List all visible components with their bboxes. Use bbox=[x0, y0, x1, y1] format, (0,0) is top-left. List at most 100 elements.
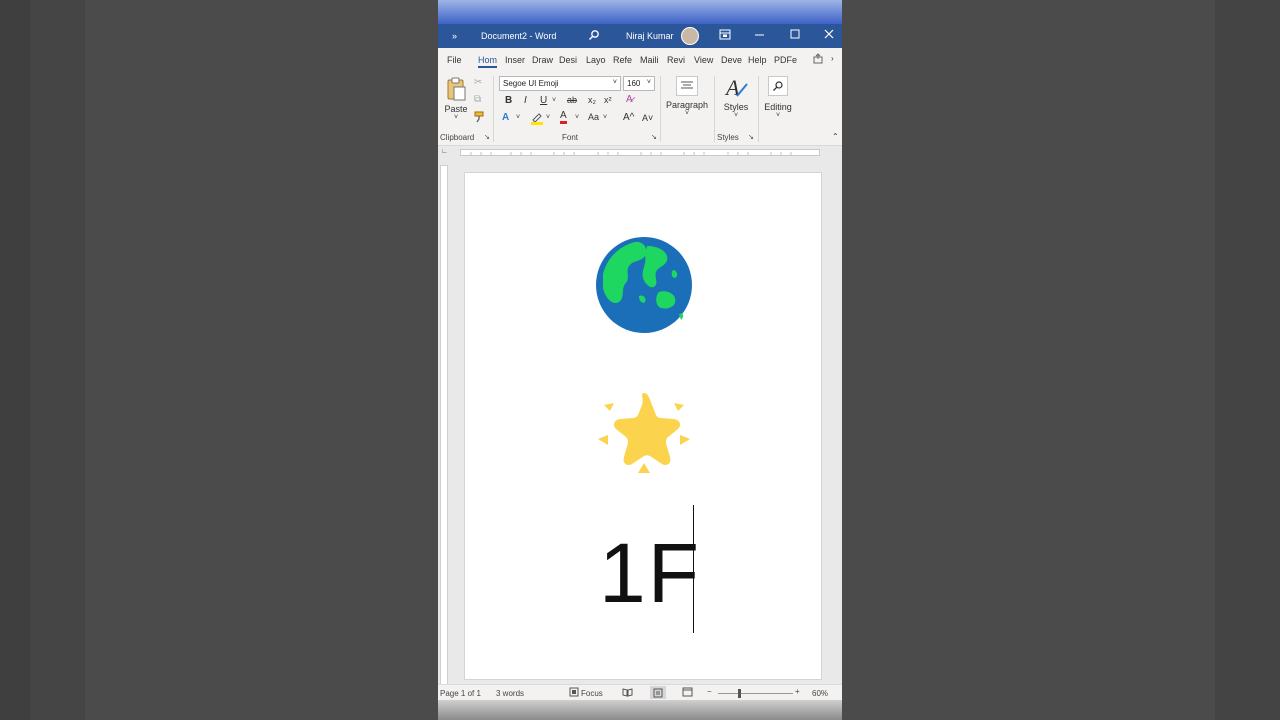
separator bbox=[758, 76, 759, 142]
close-icon[interactable] bbox=[824, 29, 834, 42]
minimize-icon[interactable] bbox=[755, 27, 765, 42]
font-name-value: Segoe UI Emoji bbox=[503, 79, 559, 88]
print-layout-icon[interactable] bbox=[650, 686, 666, 699]
tab-pdf[interactable]: PDFe bbox=[774, 55, 797, 65]
tab-help[interactable]: Help bbox=[748, 55, 767, 65]
bottom-blur bbox=[438, 700, 842, 720]
shrink-font-button[interactable]: A˅ bbox=[642, 113, 653, 123]
chevron-down-icon: ˅ bbox=[612, 79, 617, 86]
font-color-button[interactable]: A bbox=[560, 110, 567, 124]
strikethrough-button[interactable]: ab bbox=[567, 95, 577, 105]
document-text[interactable]: 1F bbox=[599, 525, 701, 622]
background-ruler-ghost bbox=[0, 0, 30, 720]
subscript-button[interactable]: x₂ bbox=[588, 95, 596, 105]
glowing-star-emoji bbox=[598, 393, 690, 473]
paragraph-label: Paragraph bbox=[665, 100, 709, 110]
ribbon-scroll-right-icon[interactable]: › bbox=[831, 54, 834, 63]
read-mode-icon[interactable] bbox=[622, 687, 633, 699]
underline-button[interactable]: U bbox=[540, 95, 547, 106]
clear-formatting-icon[interactable]: A̷ bbox=[626, 94, 633, 105]
user-name[interactable]: Niraj Kumar bbox=[626, 31, 674, 41]
format-painter-icon[interactable] bbox=[474, 111, 486, 126]
bold-button[interactable]: B bbox=[505, 95, 512, 106]
zoom-slider[interactable] bbox=[718, 693, 793, 694]
underline-dropdown-icon[interactable]: ˅ bbox=[552, 97, 556, 104]
page-count[interactable]: Page 1 of 1 bbox=[440, 689, 481, 698]
separator bbox=[493, 76, 494, 142]
zoom-level[interactable]: 60% bbox=[812, 689, 828, 698]
earth-globe-emoji bbox=[596, 237, 692, 333]
paste-icon bbox=[447, 77, 466, 101]
background-band bbox=[30, 0, 85, 720]
share-icon[interactable] bbox=[813, 53, 824, 66]
web-layout-icon[interactable] bbox=[682, 687, 693, 699]
tab-home[interactable]: Hom bbox=[478, 55, 498, 68]
tab-design[interactable]: Desi bbox=[559, 55, 577, 65]
collapse-ribbon-icon[interactable]: ⌃ bbox=[832, 132, 839, 141]
paragraph-button[interactable]: Paragraph ˅ bbox=[665, 76, 709, 117]
background-right bbox=[842, 0, 1280, 720]
editing-button[interactable]: Editing ˅ bbox=[762, 76, 794, 119]
maximize-icon[interactable] bbox=[790, 29, 800, 42]
ribbon-display-options-icon[interactable] bbox=[719, 29, 731, 43]
styles-group-label: Styles bbox=[717, 133, 739, 142]
paste-button[interactable]: Paste ˅ bbox=[444, 76, 468, 121]
quick-access-overflow[interactable]: » bbox=[452, 31, 457, 41]
window-title: Document2 - Word bbox=[481, 31, 557, 41]
copy-icon[interactable]: ⧉ bbox=[474, 94, 481, 105]
tab-file[interactable]: File bbox=[447, 55, 462, 65]
horizontal-ruler: ∟ bbox=[438, 146, 842, 158]
tab-review[interactable]: Revi bbox=[667, 55, 685, 65]
highlight-dropdown-icon[interactable]: ˅ bbox=[546, 114, 550, 121]
ruler-scale bbox=[460, 149, 820, 156]
zoom-out-icon[interactable]: − bbox=[707, 687, 712, 696]
italic-button[interactable]: I bbox=[524, 95, 527, 106]
editing-search-icon bbox=[768, 76, 788, 96]
font-color-dropdown-icon[interactable]: ˅ bbox=[575, 114, 579, 121]
background-band-right bbox=[1215, 0, 1280, 720]
word-window: » Document2 - Word Niraj Kumar File Hom … bbox=[438, 0, 842, 720]
tab-selector-icon[interactable]: ∟ bbox=[441, 148, 448, 155]
ribbon: Paste ˅ ✂ ⧉ Clipboard ↘ Segoe UI Emoji ˅… bbox=[438, 72, 842, 146]
styles-icon: A bbox=[724, 75, 748, 100]
clipboard-launcher-icon[interactable]: ↘ bbox=[484, 133, 490, 141]
ribbon-tabs: File Hom Inser Draw Desi Layo Refe Maili… bbox=[438, 48, 842, 72]
grow-font-button[interactable]: A^ bbox=[623, 112, 634, 123]
search-icon[interactable] bbox=[588, 29, 600, 44]
font-name-select[interactable]: Segoe UI Emoji ˅ bbox=[499, 76, 621, 91]
change-case-button[interactable]: Aa bbox=[588, 112, 599, 122]
status-bar: Page 1 of 1 3 words Focus − + 60% bbox=[438, 684, 842, 700]
font-size-select[interactable]: 160 ˅ bbox=[623, 76, 655, 91]
styles-button[interactable]: A Styles ˅ bbox=[720, 75, 752, 119]
font-size-value: 160 bbox=[627, 79, 641, 88]
document-page[interactable]: 1F bbox=[464, 172, 822, 680]
chevron-down-icon: ˅ bbox=[646, 79, 651, 86]
tab-insert[interactable]: Inser bbox=[505, 55, 525, 65]
styles-launcher-icon[interactable]: ↘ bbox=[748, 133, 754, 141]
focus-label[interactable]: Focus bbox=[581, 689, 603, 698]
separator bbox=[714, 76, 715, 142]
user-avatar[interactable] bbox=[681, 27, 699, 45]
tab-developer[interactable]: Deve bbox=[721, 55, 742, 65]
tab-view[interactable]: View bbox=[694, 55, 713, 65]
cut-icon[interactable]: ✂ bbox=[474, 77, 482, 88]
text-effects-button[interactable]: A bbox=[502, 112, 509, 123]
zoom-slider-thumb[interactable] bbox=[738, 689, 741, 698]
word-count[interactable]: 3 words bbox=[496, 689, 524, 698]
tab-mailings[interactable]: Maili bbox=[640, 55, 659, 65]
tab-layout[interactable]: Layo bbox=[586, 55, 606, 65]
change-case-dropdown-icon[interactable]: ˅ bbox=[603, 114, 607, 121]
zoom-in-icon[interactable]: + bbox=[795, 687, 800, 696]
tab-draw[interactable]: Draw bbox=[532, 55, 553, 65]
focus-icon[interactable] bbox=[569, 687, 579, 699]
superscript-button[interactable]: x² bbox=[604, 95, 612, 105]
text-effects-dropdown-icon[interactable]: ˅ bbox=[516, 114, 520, 121]
separator bbox=[660, 76, 661, 142]
paragraph-icon bbox=[676, 76, 698, 96]
tab-references[interactable]: Refe bbox=[613, 55, 632, 65]
styles-label: Styles bbox=[723, 102, 749, 112]
font-launcher-icon[interactable]: ↘ bbox=[651, 133, 657, 141]
background-left bbox=[0, 0, 438, 720]
editing-label: Editing bbox=[764, 102, 792, 112]
highlight-icon[interactable] bbox=[530, 111, 544, 128]
